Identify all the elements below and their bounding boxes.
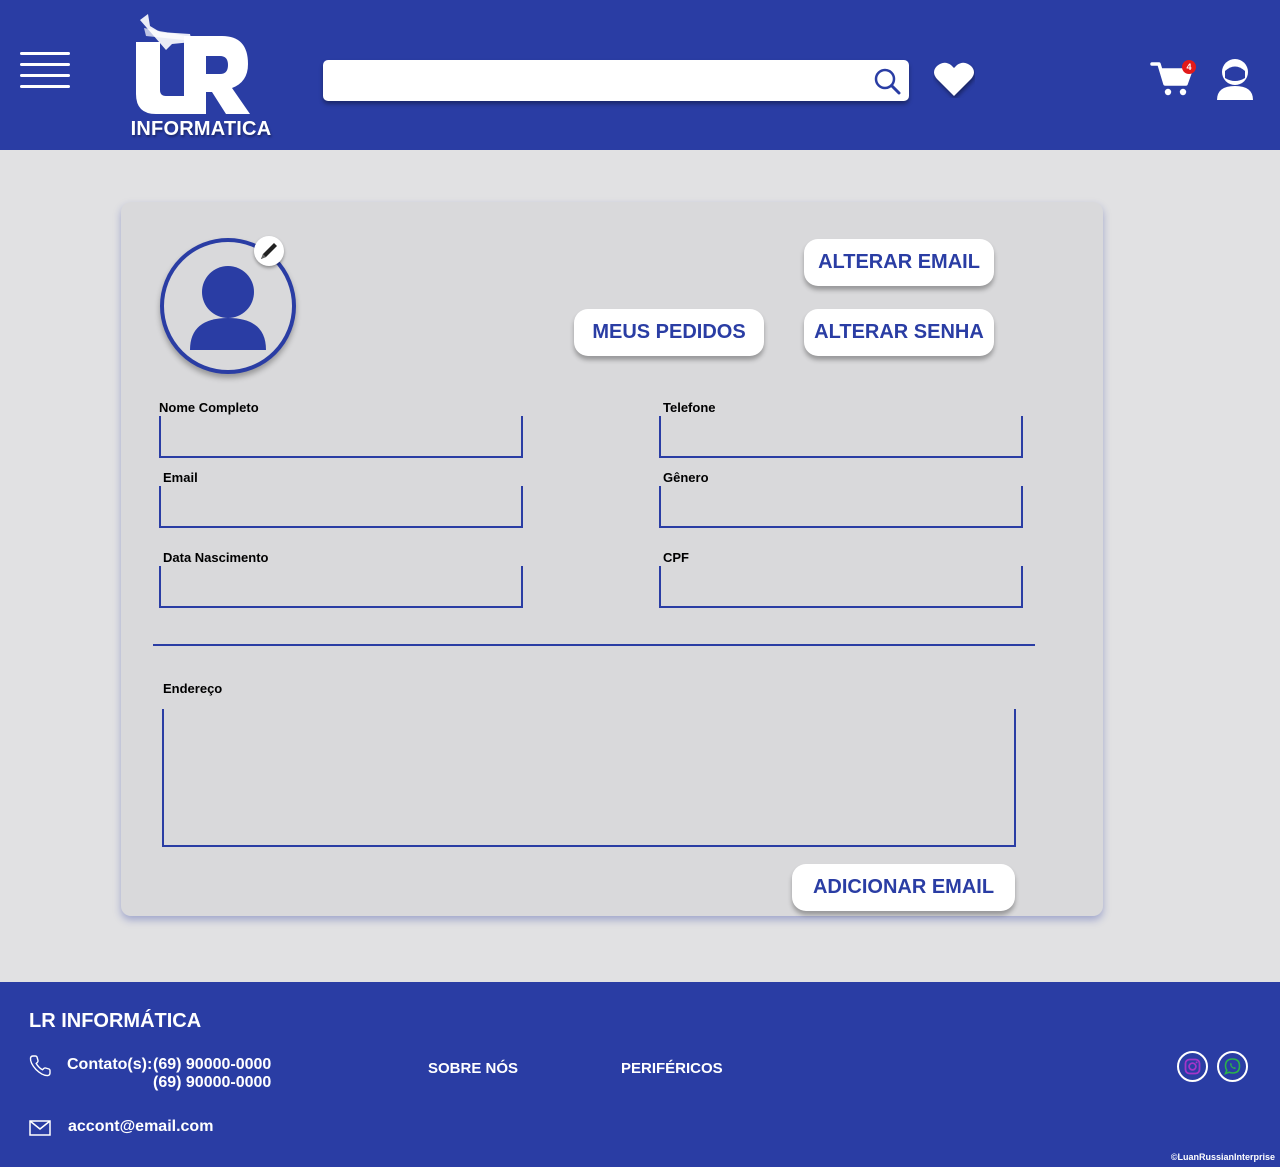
full-name-field[interactable] [159, 416, 523, 458]
birth-date-label: Data Nascimento [163, 550, 269, 565]
add-email-button[interactable]: ADICIONAR EMAIL [792, 864, 1015, 911]
address-field[interactable] [162, 709, 1016, 847]
search-bar [323, 60, 909, 101]
email-field[interactable] [159, 486, 523, 528]
lr-logo-mark [136, 14, 250, 114]
instagram-glyph [1184, 1058, 1201, 1075]
site-footer: LR INFORMÁTICA Contato(s): (69) 90000-00… [0, 982, 1280, 1167]
pencil-icon [261, 243, 277, 259]
footer-brand: LR INFORMÁTICA [29, 1010, 202, 1032]
copyright-text: ©LuanRussianInterprise [1170, 1152, 1275, 1162]
my-orders-button[interactable]: MEUS PEDIDOS [574, 309, 764, 356]
email-label: Email [163, 470, 198, 485]
change-email-button[interactable]: ALTERAR EMAIL [804, 239, 994, 286]
cpf-label: CPF [663, 550, 689, 565]
footer-link-peripherals[interactable]: PERIFÉRICOS [621, 1060, 723, 1077]
contact-email: accont@email.com [68, 1118, 214, 1135]
logo-text: INFORMATICA [130, 118, 272, 140]
gender-label: Gênero [663, 470, 709, 485]
contact-phone-2: (69) 90000-0000 [153, 1074, 272, 1091]
instagram-icon[interactable] [1177, 1051, 1208, 1082]
address-label: Endereço [163, 681, 223, 696]
site-logo[interactable]: INFORMATICA [126, 12, 276, 144]
whatsapp-glyph [1224, 1058, 1241, 1075]
search-input[interactable] [335, 68, 855, 93]
cart-count-badge: 4 [1182, 60, 1196, 74]
user-account-icon[interactable] [1214, 56, 1256, 102]
footer-link-about[interactable]: SOBRE NÓS [428, 1060, 518, 1077]
change-password-button[interactable]: ALTERAR SENHA [804, 309, 994, 356]
birth-date-field[interactable] [159, 566, 523, 608]
phone-icon [29, 1055, 51, 1077]
gender-field[interactable] [659, 486, 1023, 528]
hamburger-menu-icon[interactable] [20, 52, 70, 88]
favorites-heart-icon[interactable] [933, 60, 975, 98]
edit-avatar-button[interactable] [254, 236, 284, 266]
top-header: INFORMATICA 4 [0, 0, 1280, 150]
contact-phone-1: (69) 90000-0000 [153, 1056, 272, 1073]
whatsapp-icon[interactable] [1217, 1051, 1248, 1082]
search-icon[interactable] [873, 67, 901, 95]
mail-icon [29, 1120, 51, 1136]
cpf-field[interactable] [659, 566, 1023, 608]
phone-label: Telefone [663, 400, 716, 415]
section-divider [153, 644, 1035, 646]
contact-label: Contato(s): [67, 1056, 153, 1073]
full-name-label: Nome Completo [159, 400, 259, 415]
phone-field[interactable] [659, 416, 1023, 458]
